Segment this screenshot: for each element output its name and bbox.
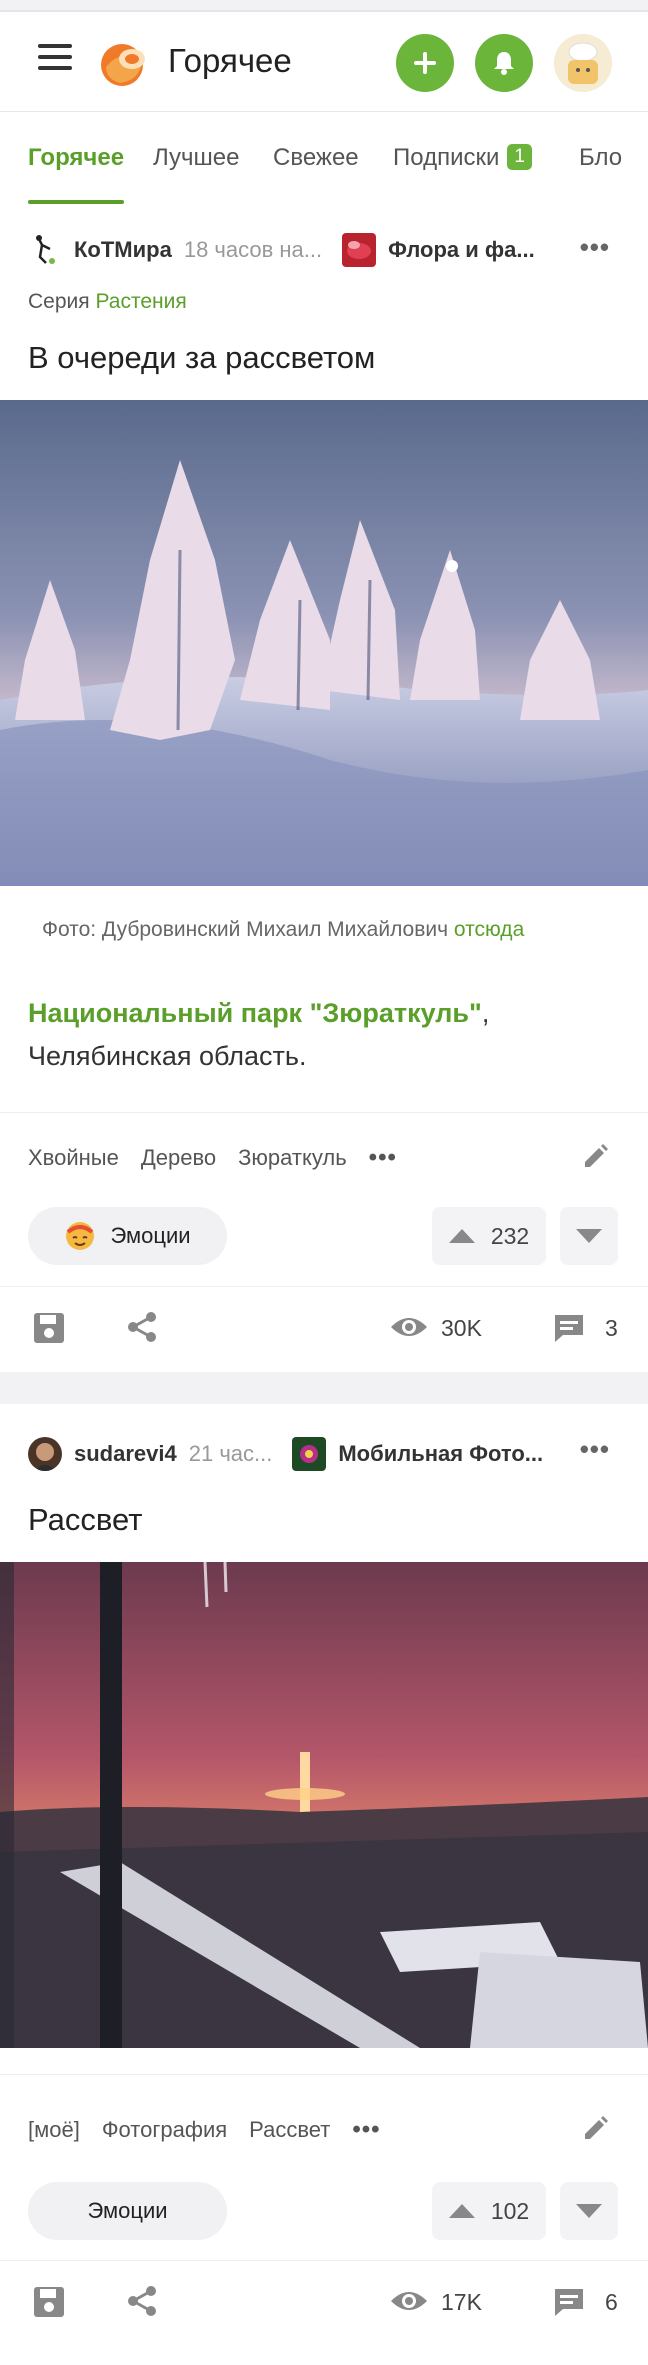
post-image[interactable] — [0, 400, 648, 886]
save-icon[interactable] — [32, 2285, 66, 2319]
post-text-region: Челябинская область. — [28, 1041, 307, 1071]
author-name[interactable]: КоТМира — [74, 237, 172, 263]
arrow-up-icon — [448, 1229, 475, 1243]
arrow-down-icon — [576, 1229, 602, 1243]
series-link[interactable]: Растения — [95, 290, 186, 313]
eye-icon — [391, 1318, 427, 1336]
bell-icon — [494, 52, 514, 75]
save-icon[interactable] — [32, 1311, 66, 1345]
community-avatar[interactable] — [342, 233, 377, 267]
tag[interactable]: [моё] — [28, 2117, 80, 2143]
tag[interactable]: Дерево — [141, 1145, 216, 1171]
series-label: Серия — [28, 290, 90, 313]
post-time: 21 час... — [188, 1441, 273, 1466]
feed-tabs: Горячее Лучшее Свежее Подписки 1 Бло — [0, 112, 648, 204]
tag[interactable]: Зюраткуль — [238, 1145, 347, 1171]
post-title[interactable]: Рассвет — [28, 1502, 142, 1538]
user-avatar[interactable] — [554, 34, 612, 92]
divider — [0, 1112, 648, 1113]
upvote-button[interactable]: 232 — [432, 1207, 546, 1265]
community-name[interactable]: Мобильная Фото... — [338, 1441, 543, 1467]
post-time: 18 часов на... — [183, 237, 323, 262]
comment-icon[interactable] — [553, 1313, 585, 1343]
more-icon[interactable]: ••• — [580, 1434, 610, 1465]
post-meta: КоТМира 18 часов на... Флора и фа... — [28, 230, 535, 270]
tab-subscriptions[interactable]: Подписки 1 — [393, 144, 532, 172]
post-series: Серия Растения — [28, 290, 187, 314]
downvote-button[interactable] — [560, 1207, 618, 1265]
arrow-down-icon — [576, 2204, 602, 2218]
tag-list: [моё] Фотография Рассвет ••• — [28, 2116, 403, 2144]
author-name[interactable]: sudarevi4 — [74, 1441, 177, 1467]
emotions-label: Эмоции — [110, 1223, 191, 1248]
menu-icon[interactable] — [38, 44, 72, 74]
share-icon[interactable] — [126, 2285, 158, 2317]
author-avatar[interactable] — [28, 1437, 62, 1471]
page-title: Горячее — [168, 42, 292, 79]
rating-value: 102 — [490, 2197, 530, 2224]
subscriptions-badge: 1 — [507, 144, 532, 170]
community-avatar[interactable] — [292, 1437, 327, 1471]
rating-value: 232 — [490, 1222, 530, 1249]
post-actions: 17K 6 — [0, 2261, 648, 2341]
tab-new[interactable]: Свежее — [273, 144, 359, 172]
upvote-button[interactable]: 102 — [432, 2182, 546, 2240]
post-title[interactable]: В очереди за рассветом — [28, 340, 375, 376]
post-card: sudarevi4 21 час... Мобильная Фото... ••… — [0, 1404, 648, 2365]
post-image[interactable] — [0, 1562, 648, 2048]
park-link[interactable]: Национальный парк "Зюраткуль" — [28, 998, 482, 1028]
caption-source-link[interactable]: отсюда — [454, 918, 524, 941]
add-post-button[interactable] — [396, 34, 454, 92]
comments-count[interactable]: 6 — [605, 2289, 618, 2316]
emoji-face-icon — [66, 1222, 95, 1250]
tab-subscriptions-label: Подписки — [393, 144, 500, 171]
divider — [0, 2074, 648, 2075]
more-icon[interactable]: ••• — [580, 232, 610, 263]
tab-hot[interactable]: Горячее — [28, 144, 124, 172]
post-actions: 30K 3 — [0, 1287, 648, 1367]
app-header: Горячее — [0, 10, 648, 112]
notifications-button[interactable] — [475, 34, 533, 92]
more-tags-icon[interactable]: ••• — [352, 2116, 380, 2144]
downvote-button[interactable] — [560, 2182, 618, 2240]
community-name[interactable]: Флора и фа... — [388, 237, 535, 263]
comment-icon[interactable] — [553, 2287, 585, 2317]
post-card: КоТМира 18 часов на... Флора и фа... •••… — [0, 204, 648, 1372]
pencil-icon[interactable] — [580, 2114, 610, 2144]
author-avatar[interactable] — [28, 233, 62, 267]
tag-list: Хвойные Дерево Зюраткуль ••• — [28, 1144, 419, 1172]
comments-count[interactable]: 3 — [605, 1315, 618, 1342]
tag[interactable]: Рассвет — [249, 2117, 330, 2143]
views-count: 17K — [441, 2289, 482, 2315]
tab-best[interactable]: Лучшее — [153, 144, 239, 172]
eye-icon — [391, 2292, 427, 2310]
tab-blogs[interactable]: Бло — [579, 144, 622, 172]
pencil-icon[interactable] — [580, 1142, 610, 1172]
emotions-button[interactable]: Эмоции — [28, 1207, 227, 1265]
share-icon[interactable] — [126, 1311, 158, 1343]
arrow-up-icon — [448, 2204, 475, 2218]
tag[interactable]: Фотография — [102, 2117, 227, 2143]
caption-text: Фото: Дубровинский Михаил Михайлович — [42, 918, 449, 941]
emotions-button[interactable]: Эмоции — [28, 2182, 227, 2240]
plus-icon — [414, 52, 436, 74]
views-count: 30K — [441, 1315, 482, 1341]
post-text: Национальный парк "Зюраткуль", Челябинск… — [28, 992, 489, 1078]
post-meta: sudarevi4 21 час... Мобильная Фото... — [28, 1434, 543, 1474]
photo-caption: Фото: Дубровинский Михаил Михайлович отс… — [42, 918, 524, 942]
tag[interactable]: Хвойные — [28, 1145, 119, 1171]
logo-icon[interactable] — [98, 37, 150, 89]
post-text-comma: , — [481, 998, 490, 1028]
more-tags-icon[interactable]: ••• — [369, 1144, 397, 1172]
emotions-label: Эмоции — [87, 2198, 168, 2223]
